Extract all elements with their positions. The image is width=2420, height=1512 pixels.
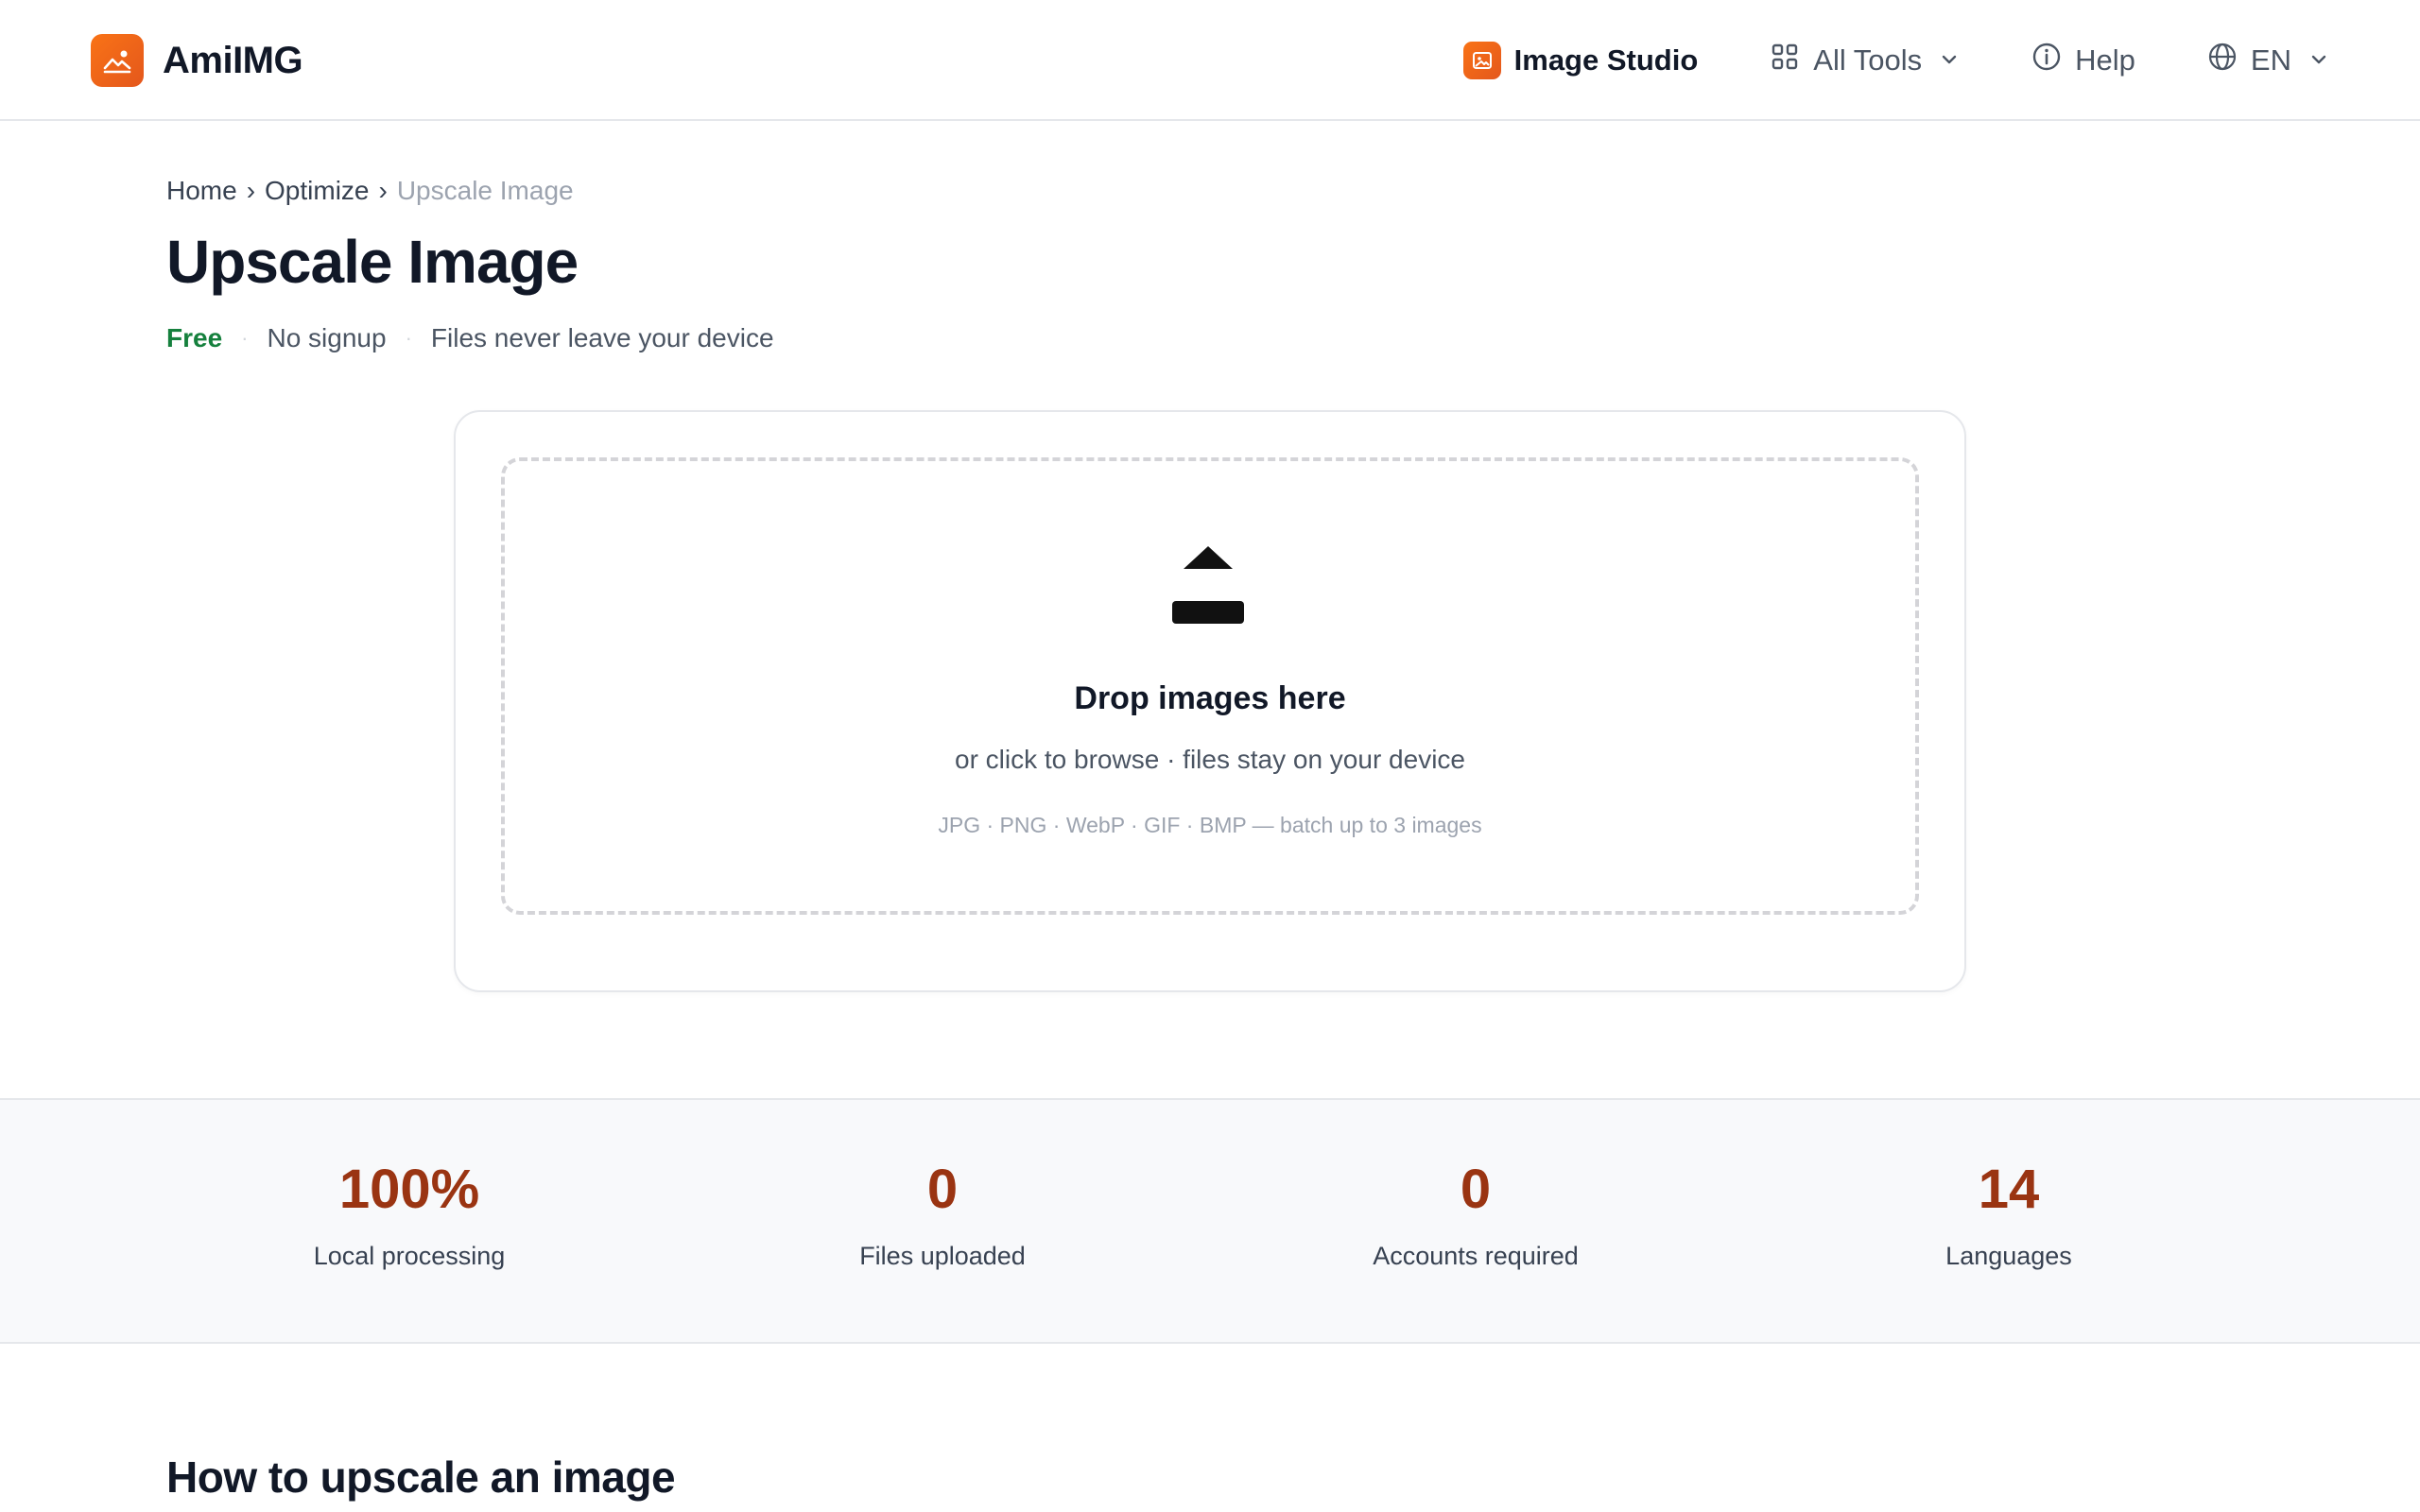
free-badge: Free [166, 323, 223, 352]
grid-icon [1770, 42, 1800, 79]
nav-all-tools[interactable]: All Tools [1770, 42, 1960, 79]
nav-image-studio[interactable]: Image Studio [1462, 42, 1699, 79]
stat-value: 100% [338, 1159, 480, 1220]
stat-accounts-required: 0 Accounts required [1211, 1162, 1740, 1271]
no-signup-badge: No signup [267, 323, 387, 352]
stat-label: Languages [1945, 1242, 2072, 1270]
page-title: Upscale Image [166, 228, 579, 296]
breadcrumb-separator: › [246, 176, 256, 205]
brand-link[interactable]: AmiIMG [91, 34, 303, 87]
eject-upload-icon [1167, 539, 1250, 634]
upload-dropzone[interactable]: Drop images here or click to browse · fi… [501, 457, 1919, 915]
image-icon [1462, 42, 1501, 79]
stat-value: 0 [926, 1159, 959, 1220]
stat-value: 0 [1460, 1159, 1492, 1220]
nav-all-tools-label: All Tools [1813, 43, 1923, 77]
nav-image-studio-label: Image Studio [1513, 43, 1699, 77]
breadcrumb-optimize[interactable]: Optimize [265, 176, 369, 206]
stat-label: Files uploaded [859, 1242, 1026, 1270]
language-label: EN [2250, 43, 2291, 77]
separator-dot: · [241, 326, 249, 350]
breadcrumb-home[interactable]: Home [166, 176, 237, 206]
separator-dot: · [405, 326, 412, 350]
main-nav: Image Studio All Tools Help EN [1462, 36, 2329, 85]
top-header: AmiIMG Image Studio All Tools Help EN [0, 0, 2420, 121]
info-icon [2031, 42, 2062, 79]
chevron-down-icon [2308, 43, 2329, 77]
brand-logo-icon [91, 34, 144, 87]
nav-help-label: Help [2075, 43, 2135, 77]
stat-label: Local processing [313, 1242, 506, 1270]
stat-value: 14 [1978, 1159, 2040, 1220]
privacy-badge: Files never leave your device [430, 323, 774, 352]
feature-badges: Free · No signup · Files never leave you… [166, 323, 774, 353]
stats-band: 100% Local processing 0 Files uploaded 0… [0, 1098, 2420, 1344]
stat-label: Accounts required [1373, 1242, 1579, 1270]
stat-files-uploaded: 0 Files uploaded [678, 1162, 1207, 1271]
howto-heading: How to upscale an image [166, 1452, 676, 1502]
breadcrumb: Home › Optimize › Upscale Image [166, 176, 574, 206]
dropzone-subtitle: or click to browse · files stay on your … [955, 745, 1465, 774]
nav-help[interactable]: Help [2031, 42, 2135, 79]
stat-languages: 14 Languages [1744, 1162, 2273, 1271]
chevron-down-icon [1939, 43, 1960, 77]
dropzone-formats: JPG · PNG · WebP · GIF · BMP — batch up … [938, 813, 1482, 837]
globe-icon [2207, 42, 2238, 79]
stat-local-processing: 100% Local processing [145, 1162, 674, 1271]
breadcrumb-current: Upscale Image [396, 176, 574, 205]
dropzone-title: Drop images here [1074, 680, 1346, 716]
brand-name: AmiIMG [163, 39, 303, 81]
breadcrumb-separator: › [378, 176, 388, 205]
upload-card: Drop images here or click to browse · fi… [454, 410, 1966, 992]
language-selector[interactable]: EN [2207, 42, 2329, 79]
